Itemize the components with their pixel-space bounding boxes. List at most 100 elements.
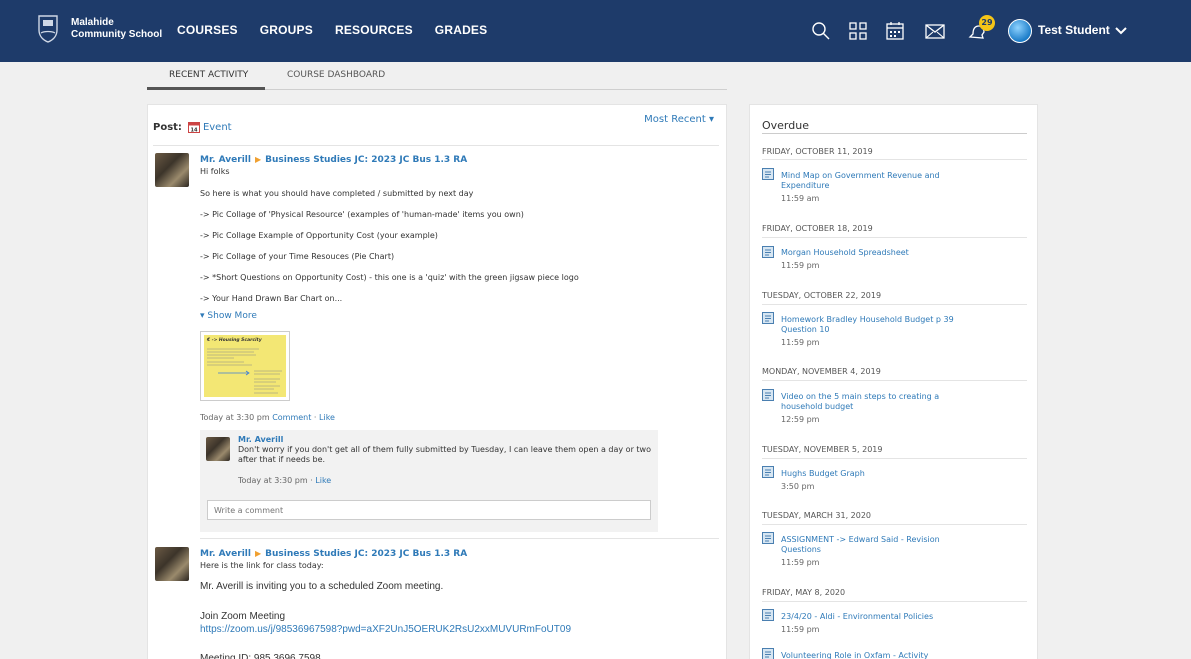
overdue-item-link[interactable]: Mind Map on Government Revenue and Expen…: [781, 171, 981, 191]
caret-right-icon: ▶: [254, 549, 262, 558]
post-header: Mr. Averill ▶ Business Studies JC: 2023 JC…: [200, 549, 467, 559]
overdue-item-link[interactable]: Morgan Household Spreadsheet: [781, 248, 981, 258]
sort-dropdown[interactable]: Most Recent ▾: [644, 114, 714, 125]
overdue-time: 3:50 pm: [781, 482, 815, 491]
school-name-line1: Malahide: [71, 17, 114, 28]
attachment-preview: € -> Housing Scarcity: [204, 335, 286, 397]
like-link[interactable]: Like: [319, 413, 335, 422]
post-line: -> Pic Collage of your Time Resouces (Pi…: [200, 252, 395, 261]
chevron-down-icon[interactable]: [1114, 24, 1128, 38]
divider: [762, 524, 1027, 525]
tab-course-dashboard[interactable]: COURSE DASHBOARD: [287, 70, 385, 80]
divider: [762, 133, 1027, 134]
overdue-time: 12:59 pm: [781, 415, 820, 424]
divider: [153, 145, 719, 146]
divider: [762, 380, 1027, 381]
overdue-time: 11:59 pm: [781, 338, 820, 347]
overdue-date: TUESDAY, MARCH 31, 2020: [762, 511, 872, 520]
overdue-item-link[interactable]: Volunteering Role in Oxfam - Activity: [781, 651, 981, 659]
caret-right-icon: ▶: [254, 155, 262, 164]
post-bar: Post: 14 Event: [153, 121, 232, 133]
notification-count-badge: 29: [979, 15, 995, 31]
post-line: Here is the link for class today:: [200, 561, 324, 570]
post-author-link[interactable]: Mr. Averill: [200, 155, 251, 165]
event-post-button[interactable]: Event: [203, 122, 232, 133]
search-icon[interactable]: [810, 20, 832, 42]
comment-text: Don't worry if you don't get all of them…: [238, 445, 651, 464]
assignment-icon: [762, 532, 774, 544]
post-label: Post:: [153, 121, 182, 133]
divider: [762, 304, 1027, 305]
sort-label: Most Recent: [644, 114, 706, 125]
assignment-icon: [762, 312, 774, 324]
overdue-title: Overdue: [762, 119, 809, 132]
nav-grades[interactable]: GRADES: [435, 23, 488, 37]
divider: [762, 237, 1027, 238]
overdue-date: FRIDAY, MAY 8, 2020: [762, 588, 846, 597]
comment-author-link[interactable]: Mr. Averill: [238, 435, 283, 444]
user-avatar[interactable]: [1008, 19, 1032, 43]
nav-groups[interactable]: GROUPS: [260, 23, 313, 37]
post-line: Hi folks: [200, 167, 230, 176]
overdue-item-link[interactable]: Video on the 5 main steps to creating a …: [781, 392, 981, 412]
post-author-link[interactable]: Mr. Averill: [200, 549, 251, 559]
overdue-item-link[interactable]: Hughs Budget Graph: [781, 469, 981, 479]
comment-author-avatar[interactable]: [206, 437, 230, 461]
overdue-date: TUESDAY, NOVEMBER 5, 2019: [762, 445, 883, 454]
author-avatar[interactable]: [155, 153, 189, 187]
comment-link[interactable]: Comment: [272, 413, 311, 422]
comment-like-link[interactable]: Like: [315, 476, 331, 485]
comment-thread: Mr. Averill Don't worry if you don't get…: [200, 430, 658, 532]
user-name[interactable]: Test Student: [1038, 23, 1110, 37]
assignment-icon: [762, 466, 774, 478]
post-line: -> Pic Collage Example of Opportunity Co…: [200, 231, 438, 240]
overdue-item-link[interactable]: ASSIGNMENT -> Edward Said - Revision Que…: [781, 535, 981, 555]
assignment-icon: [762, 648, 774, 659]
post-course-link[interactable]: Business Studies JC: 2023 JC Bus 1.3 RA: [265, 155, 467, 165]
divider: [762, 159, 1027, 160]
zoom-meeting-link[interactable]: https://zoom.us/j/98536967598?pwd=aXF2Un…: [200, 624, 571, 635]
write-comment-input[interactable]: [207, 500, 651, 520]
activity-feed: Post: 14 Event Most Recent ▾ Mr. Averill…: [147, 104, 727, 659]
comment-timestamp: Today at 3:30 pm: [238, 476, 308, 485]
post-course-link[interactable]: Business Studies JC: 2023 JC Bus 1.3 RA: [265, 549, 467, 559]
overdue-time: 11:59 pm: [781, 261, 820, 270]
overdue-time: 11:59 am: [781, 194, 820, 203]
post-meta: Today at 3:30 pm Comment · Like: [200, 413, 335, 422]
chevron-down-icon: ▾: [200, 311, 205, 321]
overdue-date: MONDAY, NOVEMBER 4, 2019: [762, 367, 881, 376]
school-crest-icon: [38, 15, 58, 43]
overdue-item-link[interactable]: Homework Bradley Household Budget p 39 Q…: [781, 315, 981, 335]
divider: [762, 601, 1027, 602]
svg-text:14: 14: [190, 128, 197, 134]
active-tab-indicator: [147, 87, 265, 90]
apps-grid-icon[interactable]: [847, 20, 869, 42]
attachment-content-graphic: [207, 348, 282, 394]
school-name-line2: Community School: [71, 29, 163, 40]
post-line: So here is what you should have complete…: [200, 189, 474, 198]
show-more-link[interactable]: ▾ Show More: [200, 311, 257, 321]
post-line: -> *Short Questions on Opportunity Cost)…: [200, 273, 579, 282]
mail-icon[interactable]: [924, 20, 946, 42]
divider: [200, 538, 719, 539]
overdue-item-link[interactable]: 23/4/20 - Aldi - Environmental Policies: [781, 612, 981, 622]
comment-meta: Today at 3:30 pm · Like: [238, 476, 332, 485]
show-more-label: Show More: [207, 311, 257, 321]
nav-resources[interactable]: RESOURCES: [335, 23, 413, 37]
assignment-icon: [762, 609, 774, 621]
overdue-date: FRIDAY, OCTOBER 18, 2019: [762, 224, 873, 233]
school-logo[interactable]: Malahide Community School: [36, 14, 162, 44]
nav-courses[interactable]: COURSES: [177, 23, 238, 37]
assignment-icon: [762, 389, 774, 401]
calendar-icon[interactable]: [884, 20, 906, 42]
activity-tabs: RECENT ACTIVITY COURSE DASHBOARD: [147, 70, 727, 90]
zoom-join-text: Join Zoom Meeting: [200, 611, 286, 622]
overdue-date: FRIDAY, OCTOBER 11, 2019: [762, 147, 873, 156]
zoom-meeting-id: Meeting ID: 985 3696 7598: [200, 653, 321, 659]
event-calendar-icon[interactable]: 14: [187, 121, 200, 134]
author-avatar[interactable]: [155, 547, 189, 581]
attachment-thumbnail[interactable]: € -> Housing Scarcity: [200, 331, 290, 401]
sort-caret-icon: ▾: [708, 114, 714, 125]
post-timestamp: Today at 3:30 pm: [200, 413, 270, 422]
tab-recent-activity[interactable]: RECENT ACTIVITY: [169, 70, 248, 80]
